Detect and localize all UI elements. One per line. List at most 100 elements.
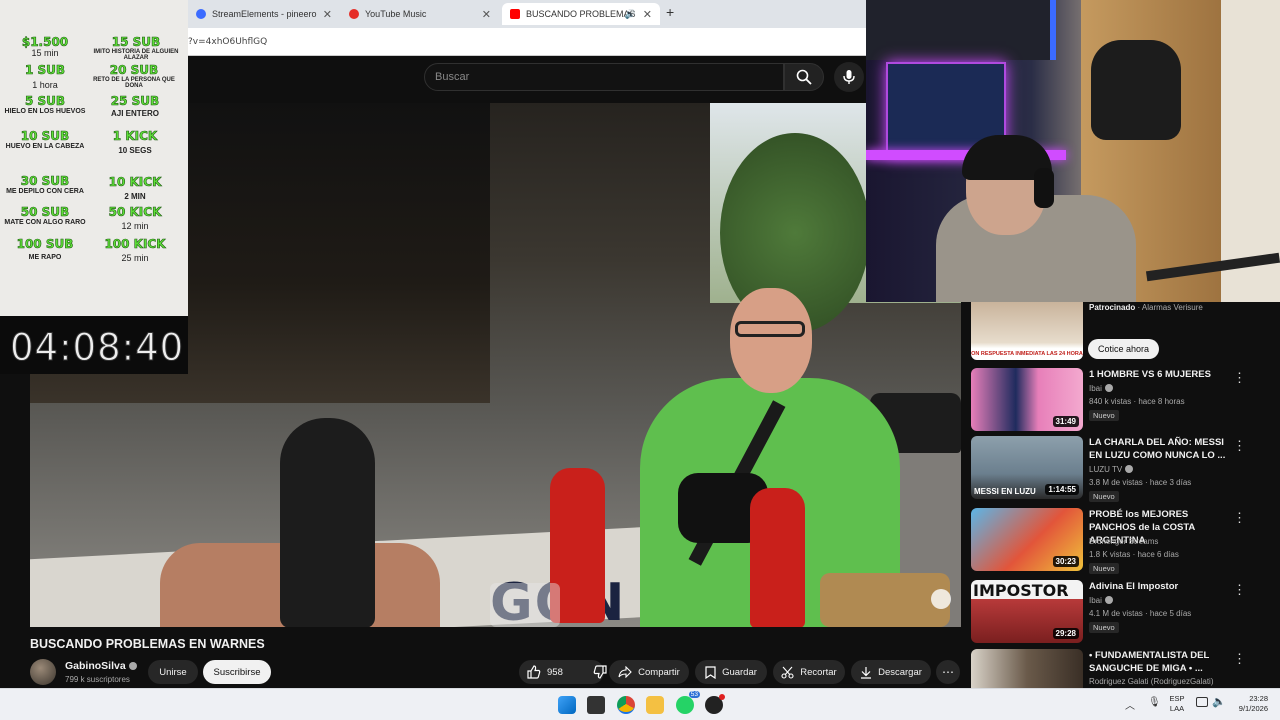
close-icon[interactable]: ✕ [323, 8, 332, 21]
save-button[interactable]: Guardar [695, 660, 767, 684]
channel-name[interactable]: LUZU TV [1089, 465, 1134, 474]
recommended-video[interactable]: • FUNDAMENTALISTA DEL SANGUCHE DE MIGA •… [971, 649, 1271, 688]
windows-taskbar: 53 ︿ 🎙 ESP LAA 🔈 23:28 9/1/2026 [0, 688, 1280, 720]
goal-desc: 1 hora [32, 79, 58, 90]
new-badge: Nuevo [1089, 622, 1119, 633]
tab-streamelements[interactable]: StreamElements - pineero ✕ [188, 3, 340, 25]
search-button[interactable] [784, 63, 824, 91]
goal-label: 50 SUB [20, 205, 70, 219]
recommended-video[interactable]: IMPOSTOR 29:28 Adivina El Impostor Ibai … [971, 580, 1271, 646]
channel-name[interactable]: GabinoSilva [65, 660, 137, 672]
language-indicator[interactable]: ESP LAA [1165, 694, 1189, 714]
address-bar[interactable]: ?v=4xhO6UhflGQ [188, 28, 866, 56]
chrome-icon[interactable] [617, 696, 635, 714]
dislike-button[interactable] [593, 665, 607, 679]
channel-name[interactable]: Ibai [1089, 384, 1113, 393]
thumbs-up-icon [527, 665, 541, 679]
windows-start-icon[interactable] [558, 696, 576, 714]
video-thumbnail[interactable]: 30:23 [971, 508, 1083, 571]
search-placeholder: Buscar [435, 71, 470, 83]
video-title[interactable]: 1 HOMBRE VS 6 MUJERES [1089, 368, 1229, 381]
more-options-icon[interactable]: ⋮ [1233, 370, 1246, 386]
recommended-video[interactable]: 31:49 1 HOMBRE VS 6 MUJERES Ibai 840 k v… [971, 368, 1271, 434]
goal-label: 10 SUB [20, 129, 70, 143]
goal-label: 15 SUB [111, 35, 161, 49]
ad-thumbnail[interactable]: ON RESPUESTA INMEDIATA LAS 24 HORA [971, 302, 1083, 360]
video-title[interactable]: LA CHARLA DEL AÑO: MESSI EN LUZU COMO NU… [1089, 436, 1229, 462]
clock-date: 9/1/2026 [1238, 704, 1268, 713]
url-text: ?v=4xhO6UhflGQ [188, 37, 268, 47]
join-button[interactable]: Unirse [148, 660, 198, 684]
goal-desc: 25 min [121, 252, 149, 263]
goal-desc: HIELO EN LOS HUEVOS [4, 107, 86, 115]
close-icon[interactable]: ✕ [643, 8, 652, 21]
whatsapp-icon[interactable]: 53 [676, 691, 700, 714]
goal-label: $1.500 [21, 35, 69, 49]
video-person-head [730, 288, 812, 393]
more-actions-button[interactable]: ⋯ [936, 660, 960, 684]
clip-button[interactable]: Recortar [773, 660, 845, 684]
more-options-icon[interactable]: ⋮ [1233, 582, 1246, 598]
clock[interactable]: 23:28 9/1/2026 [1228, 694, 1268, 714]
share-button[interactable]: Compartir [609, 660, 689, 684]
file-explorer-icon[interactable] [646, 696, 664, 714]
bookmark-icon [705, 665, 716, 679]
microphone-tray-icon[interactable]: 🎙 [1148, 697, 1161, 708]
task-view-icon[interactable] [587, 696, 605, 714]
more-options-icon[interactable]: ⋮ [1233, 438, 1246, 454]
close-icon[interactable]: ✕ [482, 8, 491, 21]
new-tab-button[interactable]: + [666, 4, 674, 20]
video-meta: 3.8 M de vistas · hace 3 días [1089, 478, 1192, 487]
goal-desc: 10 SEGS [118, 145, 152, 155]
app-icon[interactable] [705, 694, 725, 714]
video-thumbnail[interactable]: IMPOSTOR 29:28 [971, 580, 1083, 643]
network-icon[interactable] [1196, 697, 1208, 707]
more-options-icon[interactable]: ⋮ [1233, 651, 1246, 667]
channel-name[interactable]: Brunenger Streams [1089, 537, 1158, 546]
notification-dot [719, 694, 725, 700]
recommended-video[interactable]: MESSI EN LUZU 1:14:55 LA CHARLA DEL AÑO:… [971, 436, 1271, 502]
channel-name[interactable]: Ibai [1089, 596, 1113, 605]
more-options-icon[interactable]: ⋮ [1233, 510, 1246, 526]
goal-label: 1 KICK [112, 129, 158, 143]
video-control-icon[interactable] [931, 589, 951, 609]
voice-search-button[interactable] [834, 62, 864, 92]
chevron-up-icon[interactable]: ︿ [1125, 697, 1135, 712]
sponsored-ad[interactable]: ON RESPUESTA INMEDIATA LAS 24 HORA Patro… [971, 302, 1271, 362]
video-title[interactable]: Adivina El Impostor [1089, 580, 1229, 593]
video-duration: 30:23 [1052, 556, 1079, 567]
like-button[interactable]: 958 [527, 665, 563, 679]
goal-label: 5 SUB [24, 94, 66, 108]
goal-label: 10 KICK [108, 175, 162, 189]
goal-desc: MATE CON ALGO RARO [4, 218, 86, 226]
channel-name-text: Ibai [1089, 596, 1102, 605]
audio-playing-icon[interactable]: 🔊 [625, 9, 636, 20]
search-input[interactable]: Buscar [424, 63, 784, 91]
video-title[interactable]: • FUNDAMENTALISTA DEL SANGUCHE DE MIGA •… [1089, 649, 1229, 675]
volume-icon[interactable]: 🔈 [1212, 695, 1226, 708]
video-thumbnail[interactable] [971, 649, 1083, 688]
download-button[interactable]: Descargar [851, 660, 931, 684]
video-thumbnail[interactable]: 31:49 [971, 368, 1083, 431]
more-horizontal-icon: ⋯ [942, 665, 954, 679]
avatar[interactable] [30, 659, 56, 685]
new-badge: Nuevo [1089, 410, 1119, 421]
channel-name-text: LUZU TV [1089, 465, 1123, 474]
recommended-video[interactable]: 30:23 PROBÉ los MEJORES PANCHOS de la CO… [971, 508, 1271, 574]
ad-cta-button[interactable]: Cotice ahora [1088, 339, 1160, 359]
clip-label: Recortar [800, 666, 837, 678]
goal-desc: IMITO HISTORIA DE ALGUIEN ALAZAR [93, 48, 179, 61]
tab-youtube-music[interactable]: YouTube Music ✕ [341, 3, 499, 25]
goal-desc: ME RAPO [28, 253, 62, 261]
thumbs-down-icon [593, 665, 607, 679]
video-meta: 840 k vistas · hace 8 horas [1089, 397, 1185, 406]
video-thumbnail[interactable]: MESSI EN LUZU 1:14:55 [971, 436, 1083, 499]
tab-youtube-video[interactable]: BUSCANDO PROBLEMAS E 🔊 ✕ [502, 3, 660, 25]
channel-name[interactable]: Rodriguez Galati (RodriguezGalati) [1089, 677, 1214, 686]
webcam-feed [866, 0, 1280, 302]
subscribe-button[interactable]: Suscribirse [203, 660, 271, 684]
tab-label: StreamElements - pineero [212, 9, 317, 19]
verified-icon [128, 662, 137, 670]
advertiser-name: Alarmas Verisure [1141, 303, 1203, 312]
subscriber-count: 799 k suscriptores [65, 675, 130, 684]
